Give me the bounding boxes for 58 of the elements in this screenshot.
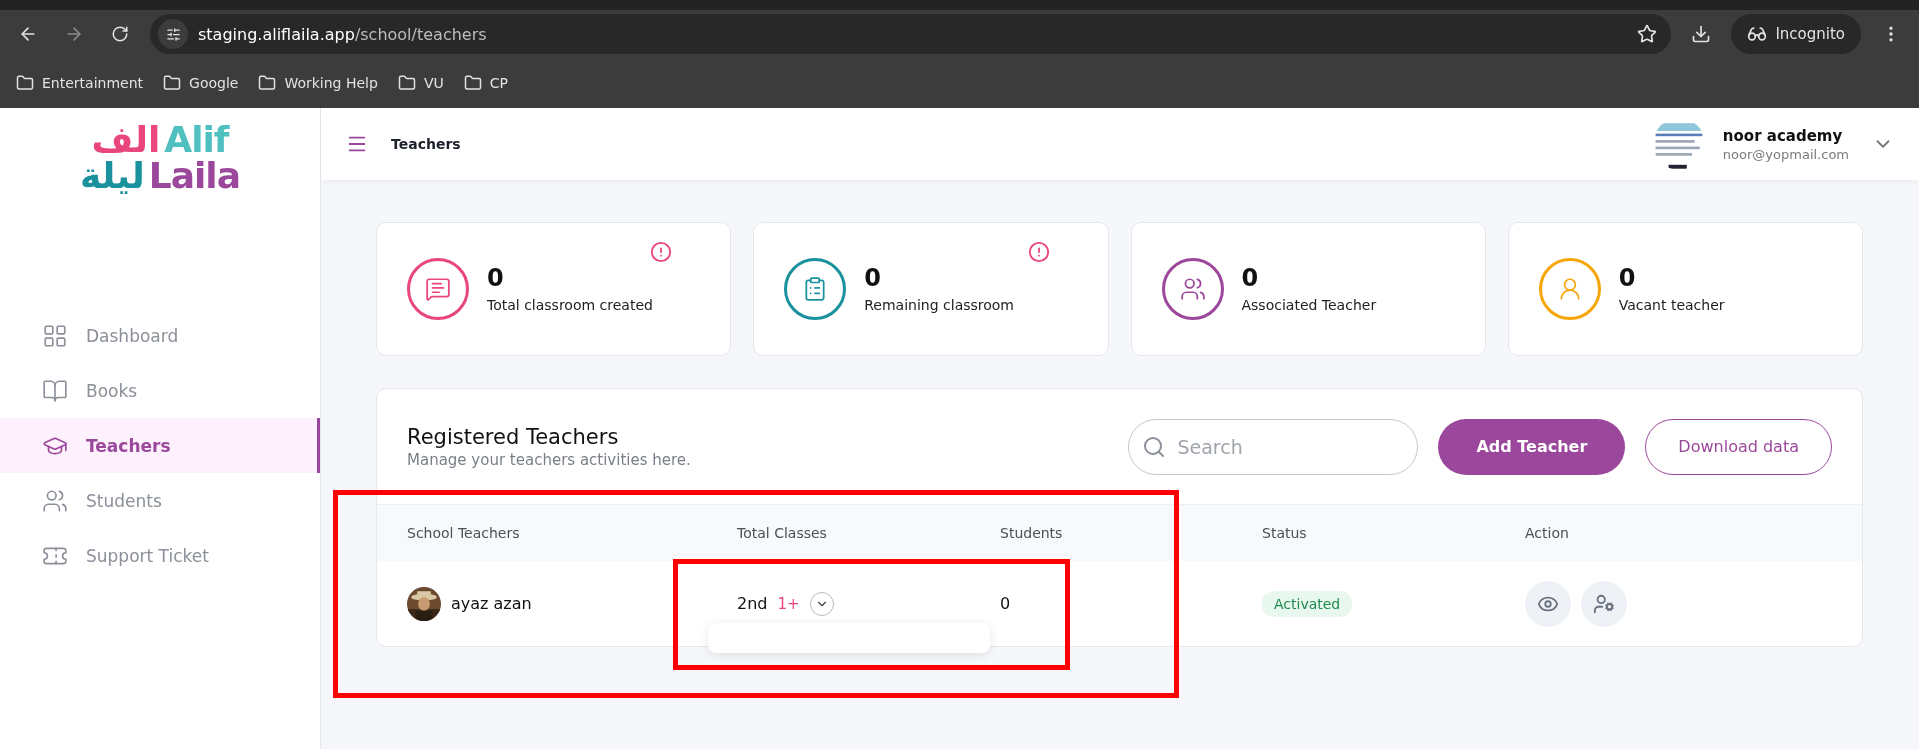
search-field[interactable]: Search [1128, 418, 1419, 475]
folder-icon [163, 74, 182, 92]
stat-label: Associated Teacher [1241, 295, 1377, 315]
section-subtitle: Manage your teachers activities here. [407, 450, 692, 469]
column-header: Status [1262, 525, 1308, 541]
teacher-name: ayaz azan [451, 594, 532, 613]
url-text: staging.aliflaila.app/school/teachers [198, 24, 488, 44]
bookmark-link[interactable]: VU [397, 74, 444, 92]
stat-value: 0 [864, 263, 882, 292]
section-title: Registered Teachers [407, 424, 620, 449]
search-icon [1142, 434, 1167, 459]
bookmark-link[interactable]: Working Help [258, 74, 378, 92]
site-settings-button[interactable] [158, 19, 188, 49]
class-name: 2nd [737, 594, 768, 613]
bookmark-link[interactable]: Google [163, 74, 239, 92]
expand-button[interactable] [809, 591, 834, 616]
view-button[interactable] [1525, 580, 1571, 627]
column-header: Action [1525, 525, 1570, 541]
user-name: noor academy [1722, 126, 1844, 145]
column-header: Students [1000, 525, 1064, 541]
incognito-button[interactable]: Incognito [1731, 14, 1861, 54]
stat-label: Total classroom created [487, 295, 653, 315]
bookmark-link[interactable]: Entertainment [16, 74, 144, 92]
grid-icon [42, 322, 68, 349]
reload-icon[interactable] [111, 25, 129, 43]
download-icon[interactable] [1691, 24, 1712, 44]
user-gear-icon [1593, 592, 1615, 615]
chat-icon [425, 276, 451, 302]
folder-icon [16, 74, 34, 92]
more-count: 1+ [777, 594, 800, 613]
bookmark-link[interactable]: CP [463, 74, 508, 92]
folder-icon [397, 74, 416, 92]
student-count: 0 [1000, 594, 1011, 613]
people-icon [1179, 276, 1206, 302]
stat-label: Vacant teacher [1618, 295, 1725, 315]
alert-icon [650, 241, 673, 263]
glasses-icon [1747, 24, 1768, 44]
alert-icon [1027, 241, 1050, 263]
sidebar-item[interactable]: Teachers [0, 418, 320, 473]
user-settings-button[interactable] [1581, 580, 1627, 627]
add-teacher-button[interactable]: Add Teacher [1438, 418, 1626, 475]
download-button[interactable]: Download data [1645, 418, 1832, 475]
stat-label: Remaining classroom [864, 295, 1014, 315]
stat-value: 0 [1241, 263, 1260, 292]
book-icon [42, 377, 68, 404]
page-title: Teachers [391, 136, 462, 152]
stat-value: 0 [487, 263, 505, 292]
star-icon[interactable] [1637, 24, 1658, 44]
people-icon [42, 487, 68, 514]
user-email: noor@yopmail.com [1722, 146, 1849, 162]
folder-icon [258, 74, 277, 92]
column-header: School Teachers [407, 525, 521, 541]
status-badge: Activated [1262, 590, 1353, 617]
address-bar[interactable]: staging.aliflaila.app/school/teachers [150, 14, 1672, 54]
sliders-icon [165, 26, 181, 42]
stat-value: 0 [1618, 263, 1637, 292]
column-header: Total Classes [737, 525, 828, 541]
folder-icon [463, 74, 482, 92]
